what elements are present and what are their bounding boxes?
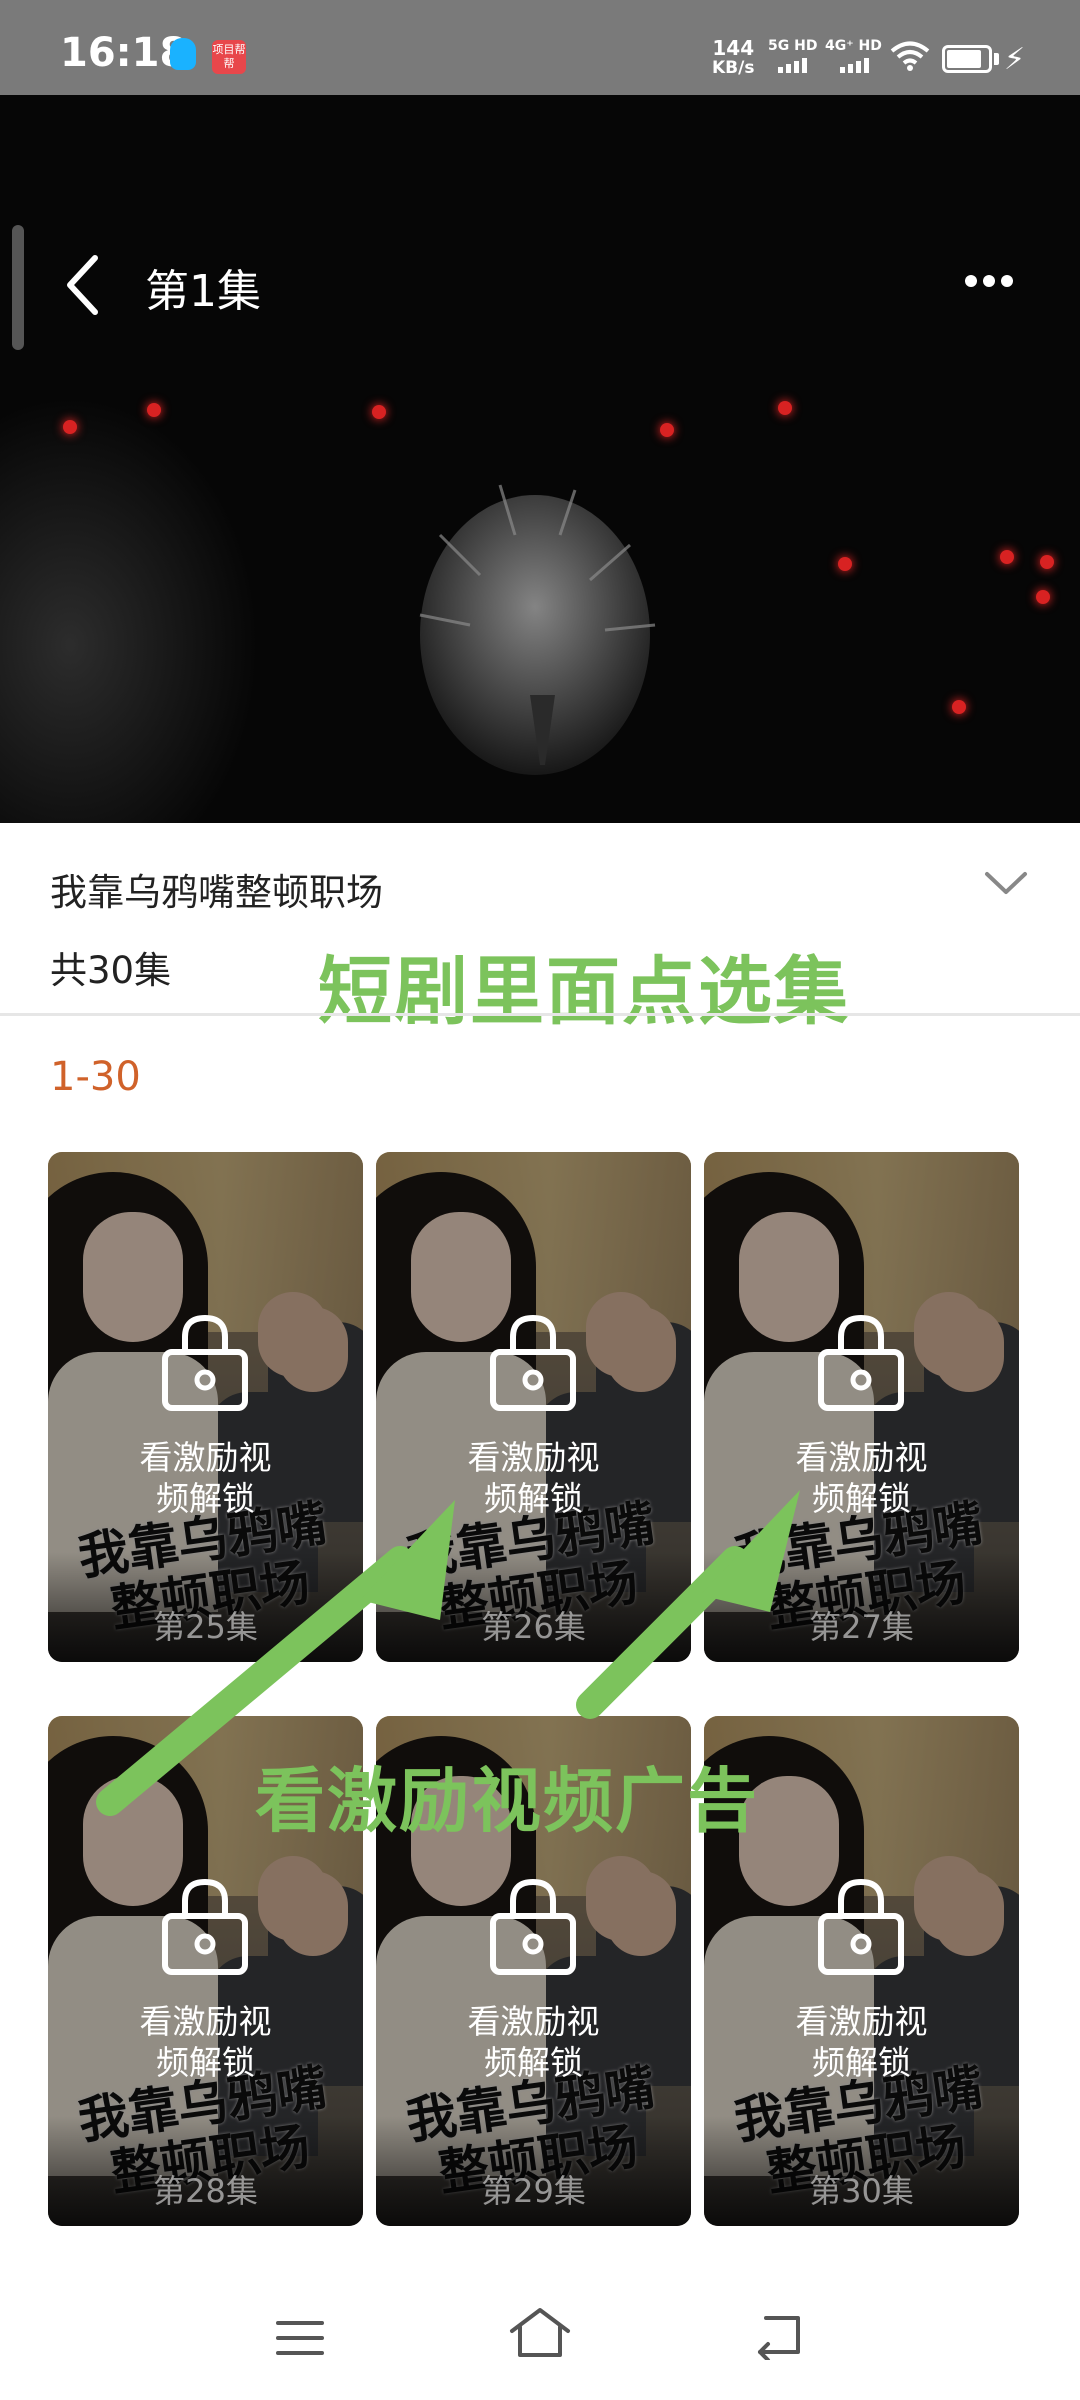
annotation-watch-ad: 看激励视频广告 <box>255 1760 759 1842</box>
annotation-arrow <box>576 1490 800 1719</box>
home-icon[interactable] <box>508 2305 572 2361</box>
annotation-arrows <box>96 1490 800 1816</box>
menu-icon[interactable] <box>275 2318 325 2358</box>
back-icon[interactable] <box>752 2310 808 2360</box>
